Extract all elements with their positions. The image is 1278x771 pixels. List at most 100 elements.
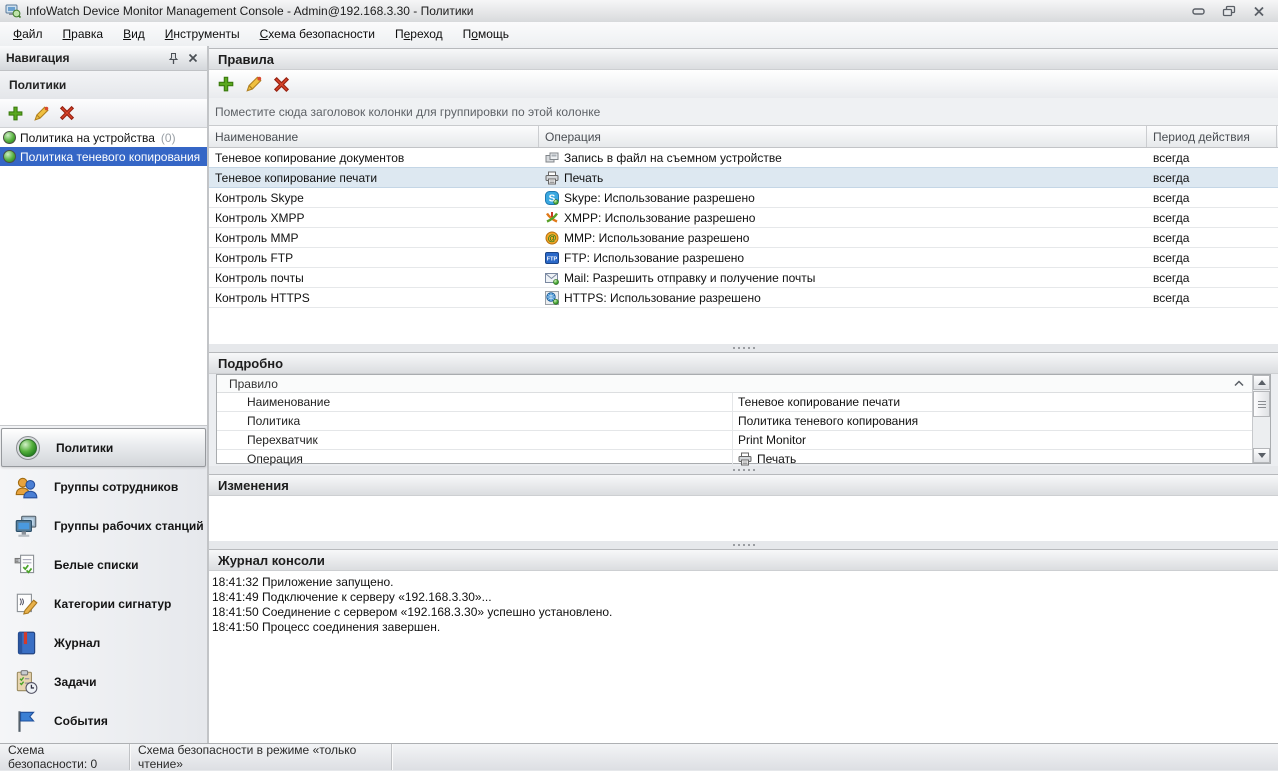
rule-period-cell: всегда bbox=[1147, 228, 1277, 247]
menu-item-view[interactable]: Вид bbox=[113, 24, 155, 44]
rule-operation-text: Печать bbox=[564, 171, 603, 185]
sidebar-item-label: Группы рабочих станций bbox=[54, 519, 204, 533]
add-rule-button[interactable] bbox=[217, 75, 235, 93]
column-header-operation[interactable]: Операция bbox=[539, 126, 1147, 147]
table-row[interactable]: Контроль SkypeSSkype: Использование разр… bbox=[209, 188, 1278, 208]
details-value-text: Политика теневого копирования bbox=[738, 414, 918, 428]
table-row[interactable]: Контроль почтыMail: Разрешить отправку и… bbox=[209, 268, 1278, 288]
table-row[interactable]: Теневое копирование документовЗапись в ф… bbox=[209, 148, 1278, 168]
splitter-details-changes[interactable] bbox=[209, 466, 1278, 474]
console-section-header: Журнал консоли bbox=[209, 549, 1278, 571]
edit-rule-button[interactable] bbox=[245, 75, 263, 93]
sidebar-item-journal[interactable]: Журнал bbox=[0, 623, 207, 662]
svg-text:@: @ bbox=[548, 233, 557, 243]
rule-operation-cell: @MMP: Использование разрешено bbox=[539, 228, 1147, 247]
restore-button[interactable] bbox=[1220, 4, 1238, 18]
sidebar-item-events[interactable]: События bbox=[0, 701, 207, 740]
rule-period-cell: всегда bbox=[1147, 288, 1277, 307]
sidebar-item-tasks[interactable]: Задачи bbox=[0, 662, 207, 701]
details-label: Политика bbox=[217, 412, 733, 430]
sidebar-item-employee-groups[interactable]: Группы сотрудников bbox=[0, 467, 207, 506]
removable-write-icon bbox=[545, 151, 559, 165]
sidebar-item-label: Группы сотрудников bbox=[54, 480, 178, 494]
menu-item-edit[interactable]: Правка bbox=[53, 24, 114, 44]
scroll-up-arrow[interactable] bbox=[1253, 375, 1270, 390]
details-value-text: Print Monitor bbox=[738, 433, 806, 447]
tree-item-policy[interactable]: Политика на устройства(0) bbox=[0, 128, 207, 147]
app-icon bbox=[5, 3, 21, 19]
rule-period-cell: всегда bbox=[1147, 148, 1277, 167]
scroll-down-arrow[interactable] bbox=[1253, 448, 1270, 463]
scroll-thumb[interactable] bbox=[1253, 391, 1270, 417]
table-row[interactable]: Контроль FTPFTPFTP: Использование разреш… bbox=[209, 248, 1278, 268]
details-row[interactable]: ПерехватчикPrint Monitor bbox=[217, 431, 1270, 450]
details-rows: НаименованиеТеневое копирование печатиПо… bbox=[217, 393, 1270, 469]
policy-status-icon bbox=[3, 131, 16, 144]
delete-rule-button[interactable] bbox=[273, 76, 290, 93]
details-scrollbar[interactable] bbox=[1252, 375, 1270, 463]
close-panel-icon[interactable] bbox=[185, 50, 201, 66]
rule-period-cell: всегда bbox=[1147, 168, 1277, 187]
details-value: Print Monitor bbox=[733, 431, 1252, 449]
sidebar-item-label: Задачи bbox=[54, 675, 97, 689]
status-bar: Схема безопасности: 0 Схема безопасности… bbox=[0, 743, 1278, 770]
title-bar: InfoWatch Device Monitor Management Cons… bbox=[0, 0, 1278, 23]
sidebar-item-workstation-groups[interactable]: Группы рабочих станций bbox=[0, 506, 207, 545]
rule-operation-text: HTTPS: Использование разрешено bbox=[564, 291, 761, 305]
splitter-rules-details[interactable] bbox=[209, 344, 1278, 352]
rules-table-header: НаименованиеОперацияПериод действия bbox=[209, 126, 1278, 148]
sidebar-item-policies[interactable]: Политики bbox=[1, 428, 206, 467]
splitter-changes-console[interactable] bbox=[209, 541, 1278, 549]
table-row[interactable]: Контроль HTTPS HTTPS: Использование разре… bbox=[209, 288, 1278, 308]
sidebar-item-white-lists[interactable]: Белые списки bbox=[0, 545, 207, 584]
tree-item-label: Политика на устройства bbox=[20, 131, 155, 145]
console-log: 18:41:32 Приложение запущено.18:41:49 По… bbox=[209, 571, 1278, 744]
details-row[interactable]: НаименованиеТеневое копирование печати bbox=[217, 393, 1270, 412]
menu-item-file[interactable]: Файл bbox=[3, 24, 53, 44]
details-value-text: Печать bbox=[757, 452, 796, 466]
add-policy-button[interactable] bbox=[7, 105, 24, 122]
sidebar-item-label: События bbox=[54, 714, 108, 728]
console-log-line: 18:41:32 Приложение запущено. bbox=[212, 575, 1278, 590]
white-lists-icon bbox=[13, 552, 39, 578]
menu-item-tools[interactable]: Инструменты bbox=[155, 24, 250, 44]
table-row[interactable]: Контроль MMP@MMP: Использование разрешен… bbox=[209, 228, 1278, 248]
printer-icon bbox=[738, 452, 752, 466]
minimize-button[interactable] bbox=[1190, 4, 1208, 18]
events-icon bbox=[13, 708, 39, 734]
rule-name-cell: Контроль HTTPS bbox=[209, 288, 539, 307]
menu-item-goto[interactable]: Переход bbox=[385, 24, 453, 44]
collapse-chevron-icon[interactable] bbox=[1234, 380, 1244, 387]
pin-icon[interactable] bbox=[165, 50, 181, 66]
tree-item-policy[interactable]: Политика теневого копирования bbox=[0, 147, 207, 166]
status-readonly-mode: Схема безопасности в режиме «только чтен… bbox=[130, 744, 392, 770]
table-row[interactable]: Теневое копирование печатиПечатьвсегда bbox=[209, 167, 1278, 188]
column-header-period[interactable]: Период действия bbox=[1147, 126, 1277, 147]
menu-item-help[interactable]: Помощь bbox=[453, 24, 519, 44]
details-group-row[interactable]: Правило bbox=[217, 375, 1270, 393]
journal-icon bbox=[13, 630, 39, 656]
policies-toolbar bbox=[0, 99, 207, 128]
navigation-panel-header: Навигация bbox=[0, 46, 207, 71]
rule-name-cell: Контроль XMPP bbox=[209, 208, 539, 227]
edit-policy-button[interactable] bbox=[33, 105, 50, 122]
workstation-groups-icon bbox=[13, 513, 39, 539]
column-header-name[interactable]: Наименование bbox=[209, 126, 539, 147]
details-section-header: Подробно bbox=[209, 352, 1278, 374]
sidebar-item-signature-categories[interactable]: Категории сигнатур bbox=[0, 584, 207, 623]
delete-policy-button[interactable] bbox=[59, 105, 75, 121]
console-log-line: 18:41:49 Подключение к серверу «192.168.… bbox=[212, 590, 1278, 605]
navigation-buttons: Политики Группы сотрудников Группы рабочих… bbox=[0, 426, 207, 744]
details-value: Политика теневого копирования bbox=[733, 412, 1252, 430]
changes-area bbox=[209, 496, 1278, 542]
group-by-hint[interactable]: Поместите сюда заголовок колонки для гру… bbox=[209, 98, 1278, 126]
rule-operation-text: Mail: Разрешить отправку и получение поч… bbox=[564, 271, 815, 285]
tree-item-label: Политика теневого копирования bbox=[20, 150, 200, 164]
close-button[interactable] bbox=[1250, 4, 1268, 18]
details-row[interactable]: Политика Политика теневого копирования bbox=[217, 412, 1270, 431]
details-title: Подробно bbox=[218, 356, 283, 371]
menu-item-security-scheme[interactable]: Схема безопасности bbox=[250, 24, 385, 44]
table-row[interactable]: Контроль XMPPXMPP: Использование разреше… bbox=[209, 208, 1278, 228]
rules-table: Теневое копирование документовЗапись в ф… bbox=[209, 148, 1278, 344]
rule-operation-text: Skype: Использование разрешено bbox=[564, 191, 755, 205]
